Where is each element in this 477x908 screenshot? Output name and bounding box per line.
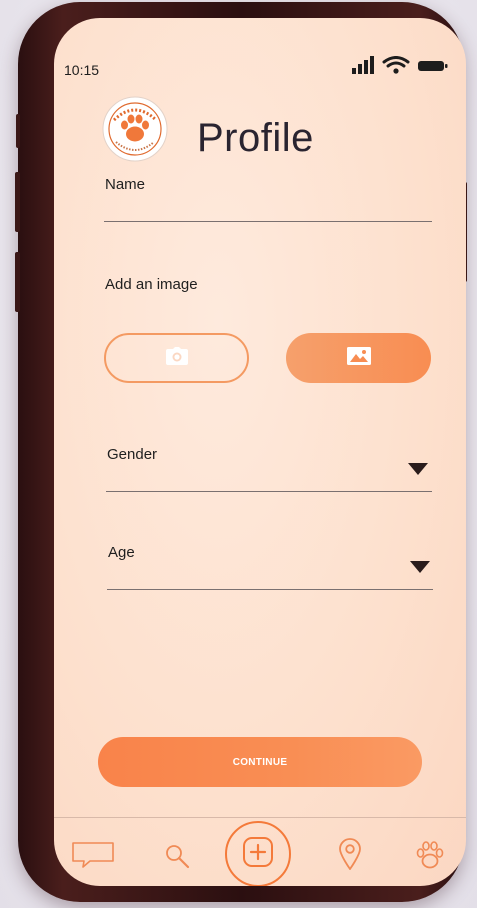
signal-icon — [352, 56, 374, 74]
age-select[interactable] — [108, 566, 408, 588]
camera-button[interactable] — [104, 333, 249, 383]
status-icons — [352, 56, 452, 76]
age-underline — [107, 589, 433, 590]
volume-up-button — [15, 172, 20, 232]
image-label: Add an image — [105, 276, 198, 293]
gender-dropdown-arrow[interactable] — [408, 463, 428, 475]
phone-frame: 10:15 Profile Name Add an image Gender A… — [15, 2, 467, 902]
paw-icon[interactable] — [416, 840, 444, 870]
gallery-button[interactable] — [286, 333, 431, 383]
mute-switch — [16, 114, 20, 148]
name-underline — [104, 221, 432, 222]
chat-icon[interactable] — [72, 842, 114, 868]
search-icon[interactable] — [164, 843, 190, 869]
location-pin-icon[interactable] — [339, 838, 361, 870]
page-title: Profile — [197, 116, 314, 160]
add-button[interactable] — [225, 821, 291, 886]
phone-screen: 10:15 Profile Name Add an image Gender A… — [54, 18, 466, 886]
gender-label: Gender — [107, 446, 158, 463]
add-icon — [243, 836, 273, 872]
battery-icon — [418, 61, 448, 71]
age-label: Age — [108, 544, 135, 561]
continue-button[interactable]: CONTINUE — [98, 737, 422, 787]
camera-icon — [165, 346, 188, 370]
wifi-icon — [382, 56, 410, 74]
status-time: 10:15 — [64, 62, 100, 78]
gender-underline — [106, 491, 432, 492]
name-field[interactable] — [105, 196, 431, 218]
image-icon — [346, 346, 371, 370]
gender-select[interactable] — [107, 468, 407, 490]
name-label: Name — [105, 176, 146, 193]
volume-down-button — [15, 252, 20, 312]
age-dropdown-arrow[interactable] — [410, 561, 430, 573]
pawpal-logo-icon — [102, 96, 168, 162]
